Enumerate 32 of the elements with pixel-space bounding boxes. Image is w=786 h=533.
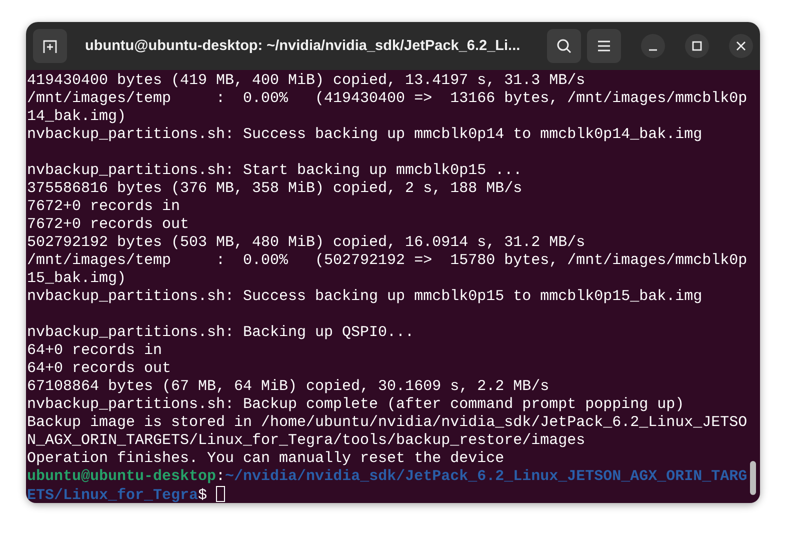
output-line: nvbackup_partitions.sh: Start backing up mmcblk0p15 ...	[27, 162, 524, 180]
search-button[interactable]	[547, 29, 581, 63]
output-line: 375586816 bytes (376 MB, 358 MiB) copied, 2 s, 188 MB/s	[27, 180, 524, 198]
output-line: 64+0 records out	[27, 360, 172, 378]
minimize-button[interactable]	[641, 34, 665, 58]
menu-icon	[597, 40, 611, 52]
output-line: 502792192 bytes (503 MB, 480 MiB) copied, 16.0914 s, 31.2 MB/s	[27, 234, 586, 252]
output-line: 7672+0 records out	[27, 216, 190, 234]
output-line: /mnt/images/temp : 0.00% (419430400 => 13166 bytes, /mnt/images/mmcblk0p14_bak.img)	[27, 90, 748, 126]
output-line: 67108864 bytes (67 MB, 64 MiB) copied, 30.1609 s, 2.2 MB/s	[27, 378, 550, 396]
output-line: nvbackup_partitions.sh: Success backing up mmcblk0p15 to mmcblk0p15_bak.img	[27, 288, 704, 306]
menu-button[interactable]	[587, 29, 621, 63]
output-line: 419430400 bytes (419 MB, 400 MiB) copied, 13.4197 s, 31.3 MB/s	[27, 72, 586, 90]
maximize-button[interactable]	[685, 34, 709, 58]
output-line: /mnt/images/temp : 0.00% (502792192 => 15780 bytes, /mnt/images/mmcblk0p15_bak.img)	[27, 252, 748, 288]
scrollbar[interactable]	[750, 461, 756, 495]
close-button[interactable]	[729, 34, 753, 58]
window-title: ubuntu@ubuntu-desktop: ~/nvidia/nvidia_sdk/JetPack_6.2_Li...	[84, 38, 522, 54]
output-line: nvbackup_partitions.sh: Backing up QSPI0...	[27, 324, 416, 342]
output-line: 64+0 records in	[27, 342, 164, 360]
new-tab-icon	[42, 38, 58, 54]
output-line: 7672+0 records in	[27, 198, 182, 216]
search-icon	[556, 38, 572, 54]
minimize-icon	[648, 49, 658, 51]
prompt-line: ubuntu@ubuntu-desktop:~/nvidia/nvidia_sdk/JetPack_6.2_Linux_JETSON_AGX_ORIN_TARGETS/Linux_for_Tegra$	[27, 468, 748, 505]
output-line: nvbackup_partitions.sh: Backup complete (after command prompt popping up)	[27, 396, 686, 414]
new-tab-button[interactable]	[33, 29, 67, 63]
output-line: Backup image is stored in /home/ubuntu/nvidia/nvidia_sdk/JetPack_6.2_Linux_JETSON_AGX_ORIN_TARGETS/Linux_for_Tegra/tools/backup_restore/images	[27, 414, 748, 450]
output-line: Operation finishes. You can manually reset the device	[27, 450, 506, 468]
maximize-icon	[692, 41, 702, 51]
close-icon	[736, 41, 746, 51]
output-line: nvbackup_partitions.sh: Success backing up mmcblk0p14 to mmcblk0p14_bak.img	[27, 126, 704, 144]
